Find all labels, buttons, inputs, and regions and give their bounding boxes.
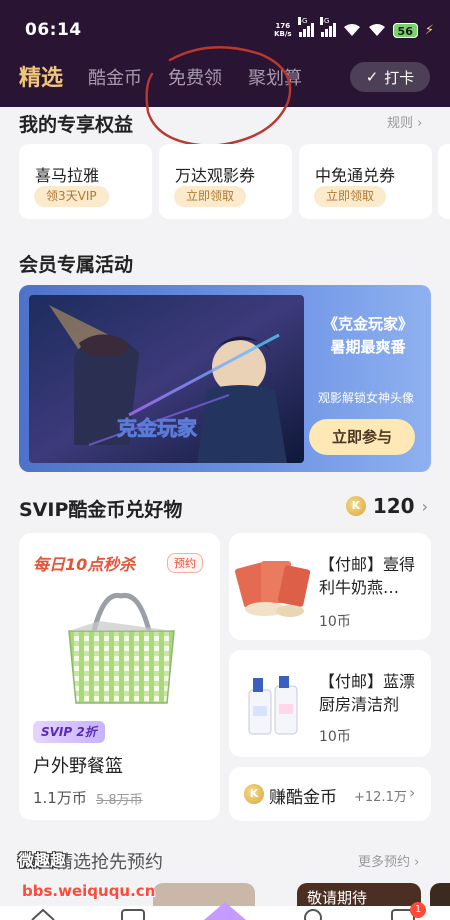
chevron-right-icon: › — [421, 496, 428, 516]
banner-title: 《克金玩家》 暑期最爽番 — [322, 315, 413, 356]
rights-section-title: 我的专享权益 — [19, 114, 134, 136]
rights-card-cdf[interactable]: 中免通兑券 立即领取 — [299, 144, 432, 219]
net-speed: 176 KB/s — [274, 22, 292, 38]
tab-group-buy[interactable]: 聚划算 — [248, 64, 302, 90]
site-watermark-url: bbs.weiququ.cn — [22, 882, 156, 900]
coin-icon: K — [345, 496, 366, 516]
bottom-nav: 1 — [0, 902, 450, 920]
svip-discount-tag: SVIP 2折 — [33, 721, 105, 743]
activity-section-title: 会员专属活动 — [19, 254, 134, 276]
chevron-right-icon: › — [417, 116, 423, 131]
cleaner-bottles-image — [248, 676, 298, 735]
coin-count: 120 — [372, 494, 415, 518]
coin-icon: K — [244, 784, 264, 804]
exchange-item-card[interactable]: 【付邮】蓝漂厨房清洁剂 10币 — [229, 650, 431, 757]
banner-subtitle: 观影解锁女神头像 — [317, 391, 414, 405]
claim-pill[interactable]: 领3天VIP — [34, 186, 109, 207]
tab-featured[interactable]: 精选 — [19, 60, 63, 92]
flash-sale-card[interactable]: 每日10点秒杀 预约 SVIP 2折 户外野餐篮 1.1万币 5.8万币 — [19, 533, 220, 820]
chevron-right-icon: › — [409, 783, 416, 802]
tab-coins[interactable]: 酷金币 — [88, 64, 142, 90]
item-title: 【付邮】壹得利牛奶燕… — [319, 555, 416, 597]
top-bar: 06:14 176 KB/s 5G 5G 56 ⚡ 精选 酷金币 免费领 聚划算 — [0, 0, 450, 107]
earn-amount: +12.1万 — [354, 790, 407, 805]
checkin-button[interactable]: ✓ 打卡 — [350, 62, 430, 92]
item-title: 【付邮】蓝漂厨房清洁剂 — [319, 672, 416, 714]
item-price: 10币 — [319, 729, 351, 745]
signal-icon: 5G — [297, 17, 314, 37]
rights-card-ximalaya[interactable]: 喜马拉雅 领3天VIP — [19, 144, 152, 219]
tab-bar: 精选 酷金币 免费领 聚划算 ✓ 打卡 — [0, 56, 450, 100]
product-name: 户外野餐篮 — [33, 756, 123, 777]
chevron-right-icon: › — [414, 855, 420, 870]
claim-pill[interactable]: 立即领取 — [314, 186, 387, 207]
notification-badge: 1 — [410, 902, 426, 918]
anime-poster-image: 克金玩家 — [29, 295, 304, 463]
battery-icon: 56 — [392, 22, 418, 38]
picnic-basket-image — [68, 592, 175, 704]
status-icons: 176 KB/s 5G 5G 56 ⚡ — [274, 17, 434, 42]
poster-logo-text: 克金玩家 — [117, 416, 198, 440]
product-price: 1.1万币 — [33, 789, 87, 807]
oat-milk-product-image — [235, 561, 311, 617]
reserve-button[interactable]: 预约 — [167, 553, 203, 573]
original-price: 5.8万币 — [96, 793, 143, 808]
rules-link[interactable]: 规则 › — [387, 112, 422, 131]
more-presale-link[interactable]: 更多预约 › — [358, 851, 419, 870]
flash-sale-title: 每日10点秒杀 — [33, 555, 136, 574]
rights-card-wanda[interactable]: 万达观影券 立即领取 — [159, 144, 292, 219]
coin-balance[interactable]: K 120 › — [345, 494, 428, 518]
status-time: 06:14 — [25, 20, 82, 40]
activity-banner[interactable]: 克金玩家 《克金玩家》 暑期最爽番 观影解锁女神头像 立即参与 — [19, 285, 431, 472]
claim-pill[interactable]: 立即领取 — [174, 186, 247, 207]
vip-center-icon[interactable] — [198, 898, 252, 920]
site-watermark: 微趣趣 — [18, 851, 67, 870]
wifi-icon — [368, 24, 385, 36]
exchange-item-card[interactable]: 【付邮】壹得利牛奶燕… 10币 — [229, 533, 431, 640]
rights-card-partial[interactable] — [438, 144, 450, 219]
tab-free[interactable]: 免费领 — [168, 64, 222, 90]
status-bar: 06:14 176 KB/s 5G 5G 56 ⚡ — [0, 0, 450, 56]
item-price: 10币 — [319, 614, 351, 630]
signal-icon: 5G — [319, 17, 336, 37]
home-icon[interactable] — [30, 908, 56, 920]
svip-section-title: SVIP酷金币兑好物 — [19, 499, 183, 521]
earn-coins-card[interactable]: K 赚酷金币 +12.1万 › — [229, 767, 431, 821]
join-now-button[interactable]: 立即参与 — [309, 419, 415, 455]
wifi-icon — [343, 24, 360, 36]
charging-icon: ⚡ — [424, 22, 434, 38]
earn-coins-label: 赚酷金币 — [269, 788, 337, 808]
check-icon: ✓ — [365, 68, 379, 86]
video-icon[interactable] — [120, 908, 146, 920]
search-icon[interactable] — [300, 908, 326, 920]
